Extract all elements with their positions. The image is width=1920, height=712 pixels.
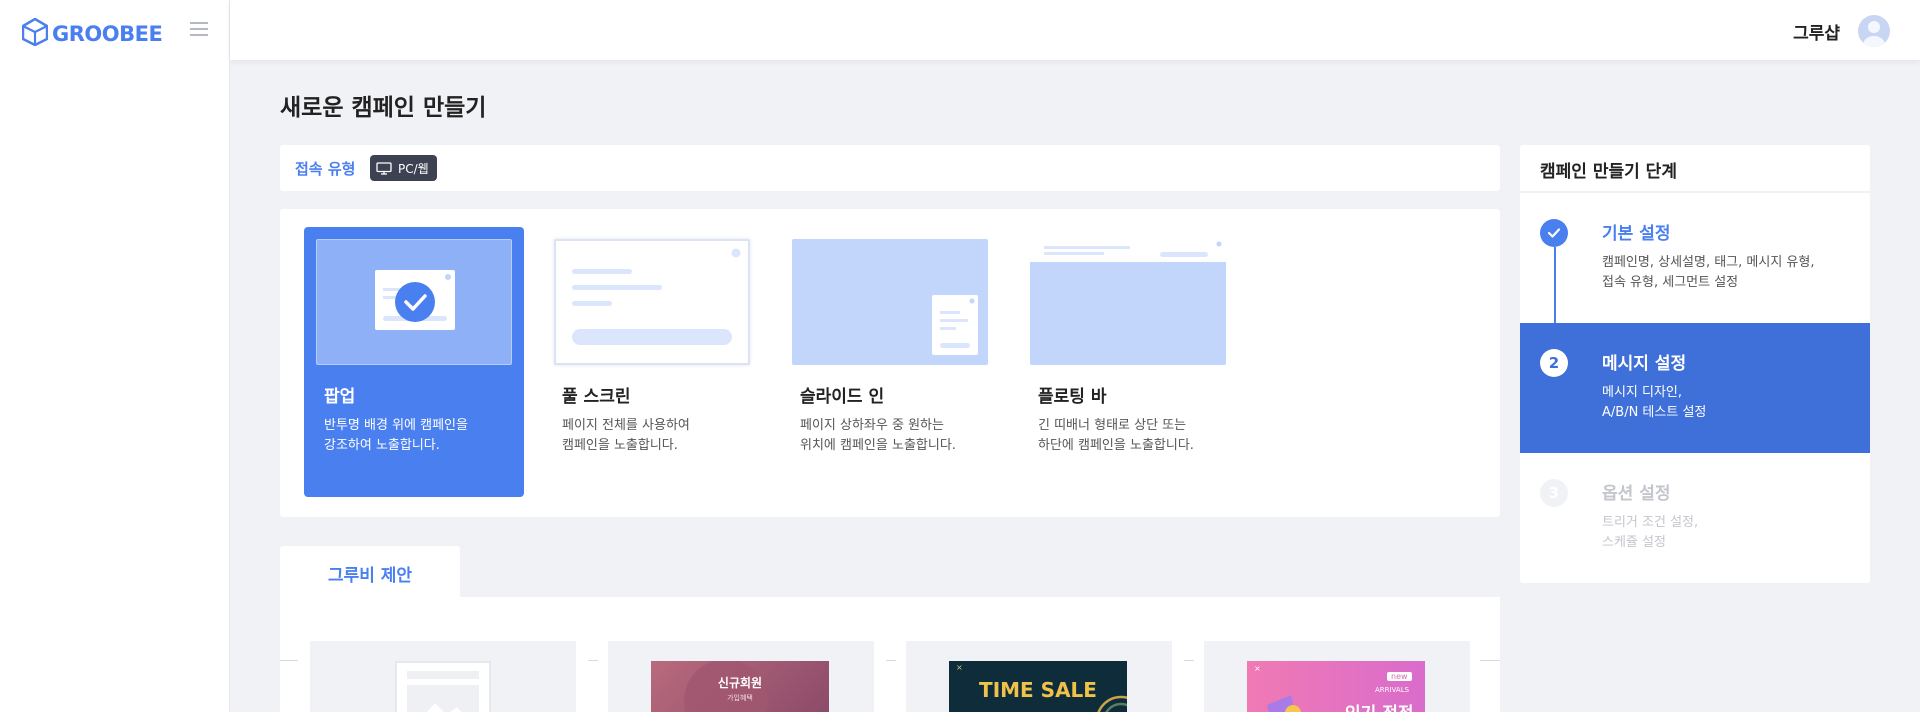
type-option-popup[interactable]: 팝업 반투명 배경 위에 캠페인을 강조하여 노출합니다. <box>304 227 524 497</box>
step-number: 2 <box>1540 349 1568 377</box>
type-description: 긴 띠배너 형태로 상단 또는 하단에 캠페인을 노출합니다. <box>1038 416 1228 456</box>
thumb-text: TIME SALE <box>979 678 1097 702</box>
monitor-icon <box>376 161 392 175</box>
step-name: 옵션 설정 <box>1602 484 1671 504</box>
thumb-text: 인기 적정 <box>1345 699 1413 712</box>
step-name: 기본 설정 <box>1602 224 1671 244</box>
tab-label: 그루비 제안 <box>327 566 413 586</box>
type-desc-line: 강조하여 노출합니다. <box>324 438 440 453</box>
divider <box>588 660 598 661</box>
tab-groobee-suggestions[interactable]: 그루비 제안 <box>280 546 460 598</box>
step-option-settings[interactable]: 3 옵션 설정 트리거 조건 설정, 스케쥴 설정 <box>1520 453 1870 583</box>
template-thumb: × new ARRIVALS 인기 적정 <box>1247 661 1425 712</box>
svg-text:×: × <box>1254 664 1261 673</box>
thumb-subtext: ARRIVALS <box>1375 686 1410 694</box>
top-bar: 그루샵 <box>230 0 1920 60</box>
access-type-badge-label: PC/웹 <box>398 161 429 176</box>
campaign-steps-panel: 캠페인 만들기 단계 기본 설정 캠페인명, 상세설명, 태그, 메시지 유형,… <box>1520 145 1870 583</box>
access-type-label: 접속 유형 <box>295 160 356 178</box>
type-desc-line: 페이지 전체를 사용하여 <box>562 418 690 433</box>
access-type-badge: PC/웹 <box>370 155 437 181</box>
check-icon <box>1540 219 1568 247</box>
svg-text:×: × <box>956 663 963 672</box>
step-connector <box>1554 247 1556 323</box>
step-desc-line: 트리거 조건 설정, <box>1602 515 1699 530</box>
step-message-settings[interactable]: 2 메시지 설정 메시지 디자인, A/B/N 테스트 설정 <box>1520 323 1870 453</box>
suggestions-area: 신규회원 가입혜택 × TIME SALE × new ARRIVALS 인기 … <box>280 597 1500 712</box>
step-description: 메시지 디자인, A/B/N 테스트 설정 <box>1602 383 1842 423</box>
type-description: 페이지 전체를 사용하여 캠페인을 노출합니다. <box>562 416 752 456</box>
logo-text: GROOBEE <box>52 22 163 46</box>
step-description: 캠페인명, 상세설명, 태그, 메시지 유형, 접속 유형, 세그먼트 설정 <box>1602 253 1842 293</box>
step-desc-line: 접속 유형, 세그먼트 설정 <box>1602 275 1739 290</box>
template-thumb: 신규회원 가입혜택 <box>651 661 829 712</box>
thumb-subtext: 가입혜택 <box>727 694 753 702</box>
image-placeholder-icon <box>395 661 491 712</box>
message-type-card: 팝업 반투명 배경 위에 캠페인을 강조하여 노출합니다. 풀 스크린 페이지 … <box>280 209 1500 517</box>
type-desc-line: 긴 띠배너 형태로 상단 또는 <box>1038 418 1187 433</box>
slide-in-preview <box>792 239 988 365</box>
hamburger-menu-icon[interactable] <box>190 22 208 38</box>
divider <box>886 660 896 661</box>
fullscreen-preview <box>554 239 750 365</box>
step-name: 메시지 설정 <box>1602 354 1687 374</box>
step-description: 트리거 조건 설정, 스케쥴 설정 <box>1602 513 1842 553</box>
type-title: 풀 스크린 <box>562 387 631 407</box>
avatar[interactable] <box>1858 15 1890 47</box>
user-name[interactable]: 그루샵 <box>1793 19 1840 44</box>
type-option-slide-in[interactable]: 슬라이드 인 페이지 상하좌우 중 원하는 위치에 캠페인을 노출합니다. <box>780 227 1000 497</box>
user-avatar-icon <box>1863 21 1885 47</box>
step-desc-line: 캠페인명, 상세설명, 태그, 메시지 유형, <box>1602 255 1815 270</box>
type-title: 플로팅 바 <box>1038 387 1107 407</box>
suggestion-template[interactable] <box>310 641 576 712</box>
popup-preview <box>316 239 512 365</box>
access-type-card: 접속 유형 PC/웹 <box>280 145 1500 191</box>
step-desc-line: 스케쥴 설정 <box>1602 535 1666 550</box>
type-desc-line: 위치에 캠페인을 노출합니다. <box>800 438 956 453</box>
step-number: 3 <box>1540 479 1568 507</box>
type-option-floating-bar[interactable]: 플로팅 바 긴 띠배너 형태로 상단 또는 하단에 캠페인을 노출합니다. <box>1018 227 1238 497</box>
suggestion-template[interactable]: × new ARRIVALS 인기 적정 <box>1204 641 1470 712</box>
type-desc-line: 캠페인을 노출합니다. <box>562 438 678 453</box>
template-thumb: × TIME SALE <box>949 661 1127 712</box>
page-title: 새로운 캠페인 만들기 <box>280 95 487 121</box>
type-desc-line: 반투명 배경 위에 캠페인을 <box>324 418 468 433</box>
divider <box>1480 660 1500 661</box>
floating-bar-preview <box>1030 239 1226 365</box>
thumb-text: 신규회원 <box>717 676 763 690</box>
step-basic-settings[interactable]: 기본 설정 캠페인명, 상세설명, 태그, 메시지 유형, 접속 유형, 세그먼… <box>1520 193 1870 323</box>
sidebar: GROOBEE <box>0 0 230 712</box>
suggestion-template[interactable]: 신규회원 가입혜택 <box>608 641 874 712</box>
cube-logo-icon <box>21 17 49 50</box>
steps-title: 캠페인 만들기 단계 <box>1540 162 1677 182</box>
type-title: 팝업 <box>324 387 356 407</box>
step-desc-line: 메시지 디자인, <box>1602 385 1683 400</box>
type-description: 반투명 배경 위에 캠페인을 강조하여 노출합니다. <box>324 416 514 456</box>
type-desc-line: 페이지 상하좌우 중 원하는 <box>800 418 944 433</box>
suggestion-template[interactable]: × TIME SALE <box>906 641 1172 712</box>
new-badge: new <box>1387 672 1412 681</box>
type-title: 슬라이드 인 <box>800 387 885 407</box>
divider <box>1184 660 1194 661</box>
divider <box>280 660 298 661</box>
type-desc-line: 하단에 캠페인을 노출합니다. <box>1038 438 1194 453</box>
type-option-fullscreen[interactable]: 풀 스크린 페이지 전체를 사용하여 캠페인을 노출합니다. <box>542 227 762 497</box>
step-desc-line: A/B/N 테스트 설정 <box>1602 405 1707 420</box>
type-description: 페이지 상하좌우 중 원하는 위치에 캠페인을 노출합니다. <box>800 416 990 456</box>
logo[interactable]: GROOBEE <box>21 17 163 50</box>
